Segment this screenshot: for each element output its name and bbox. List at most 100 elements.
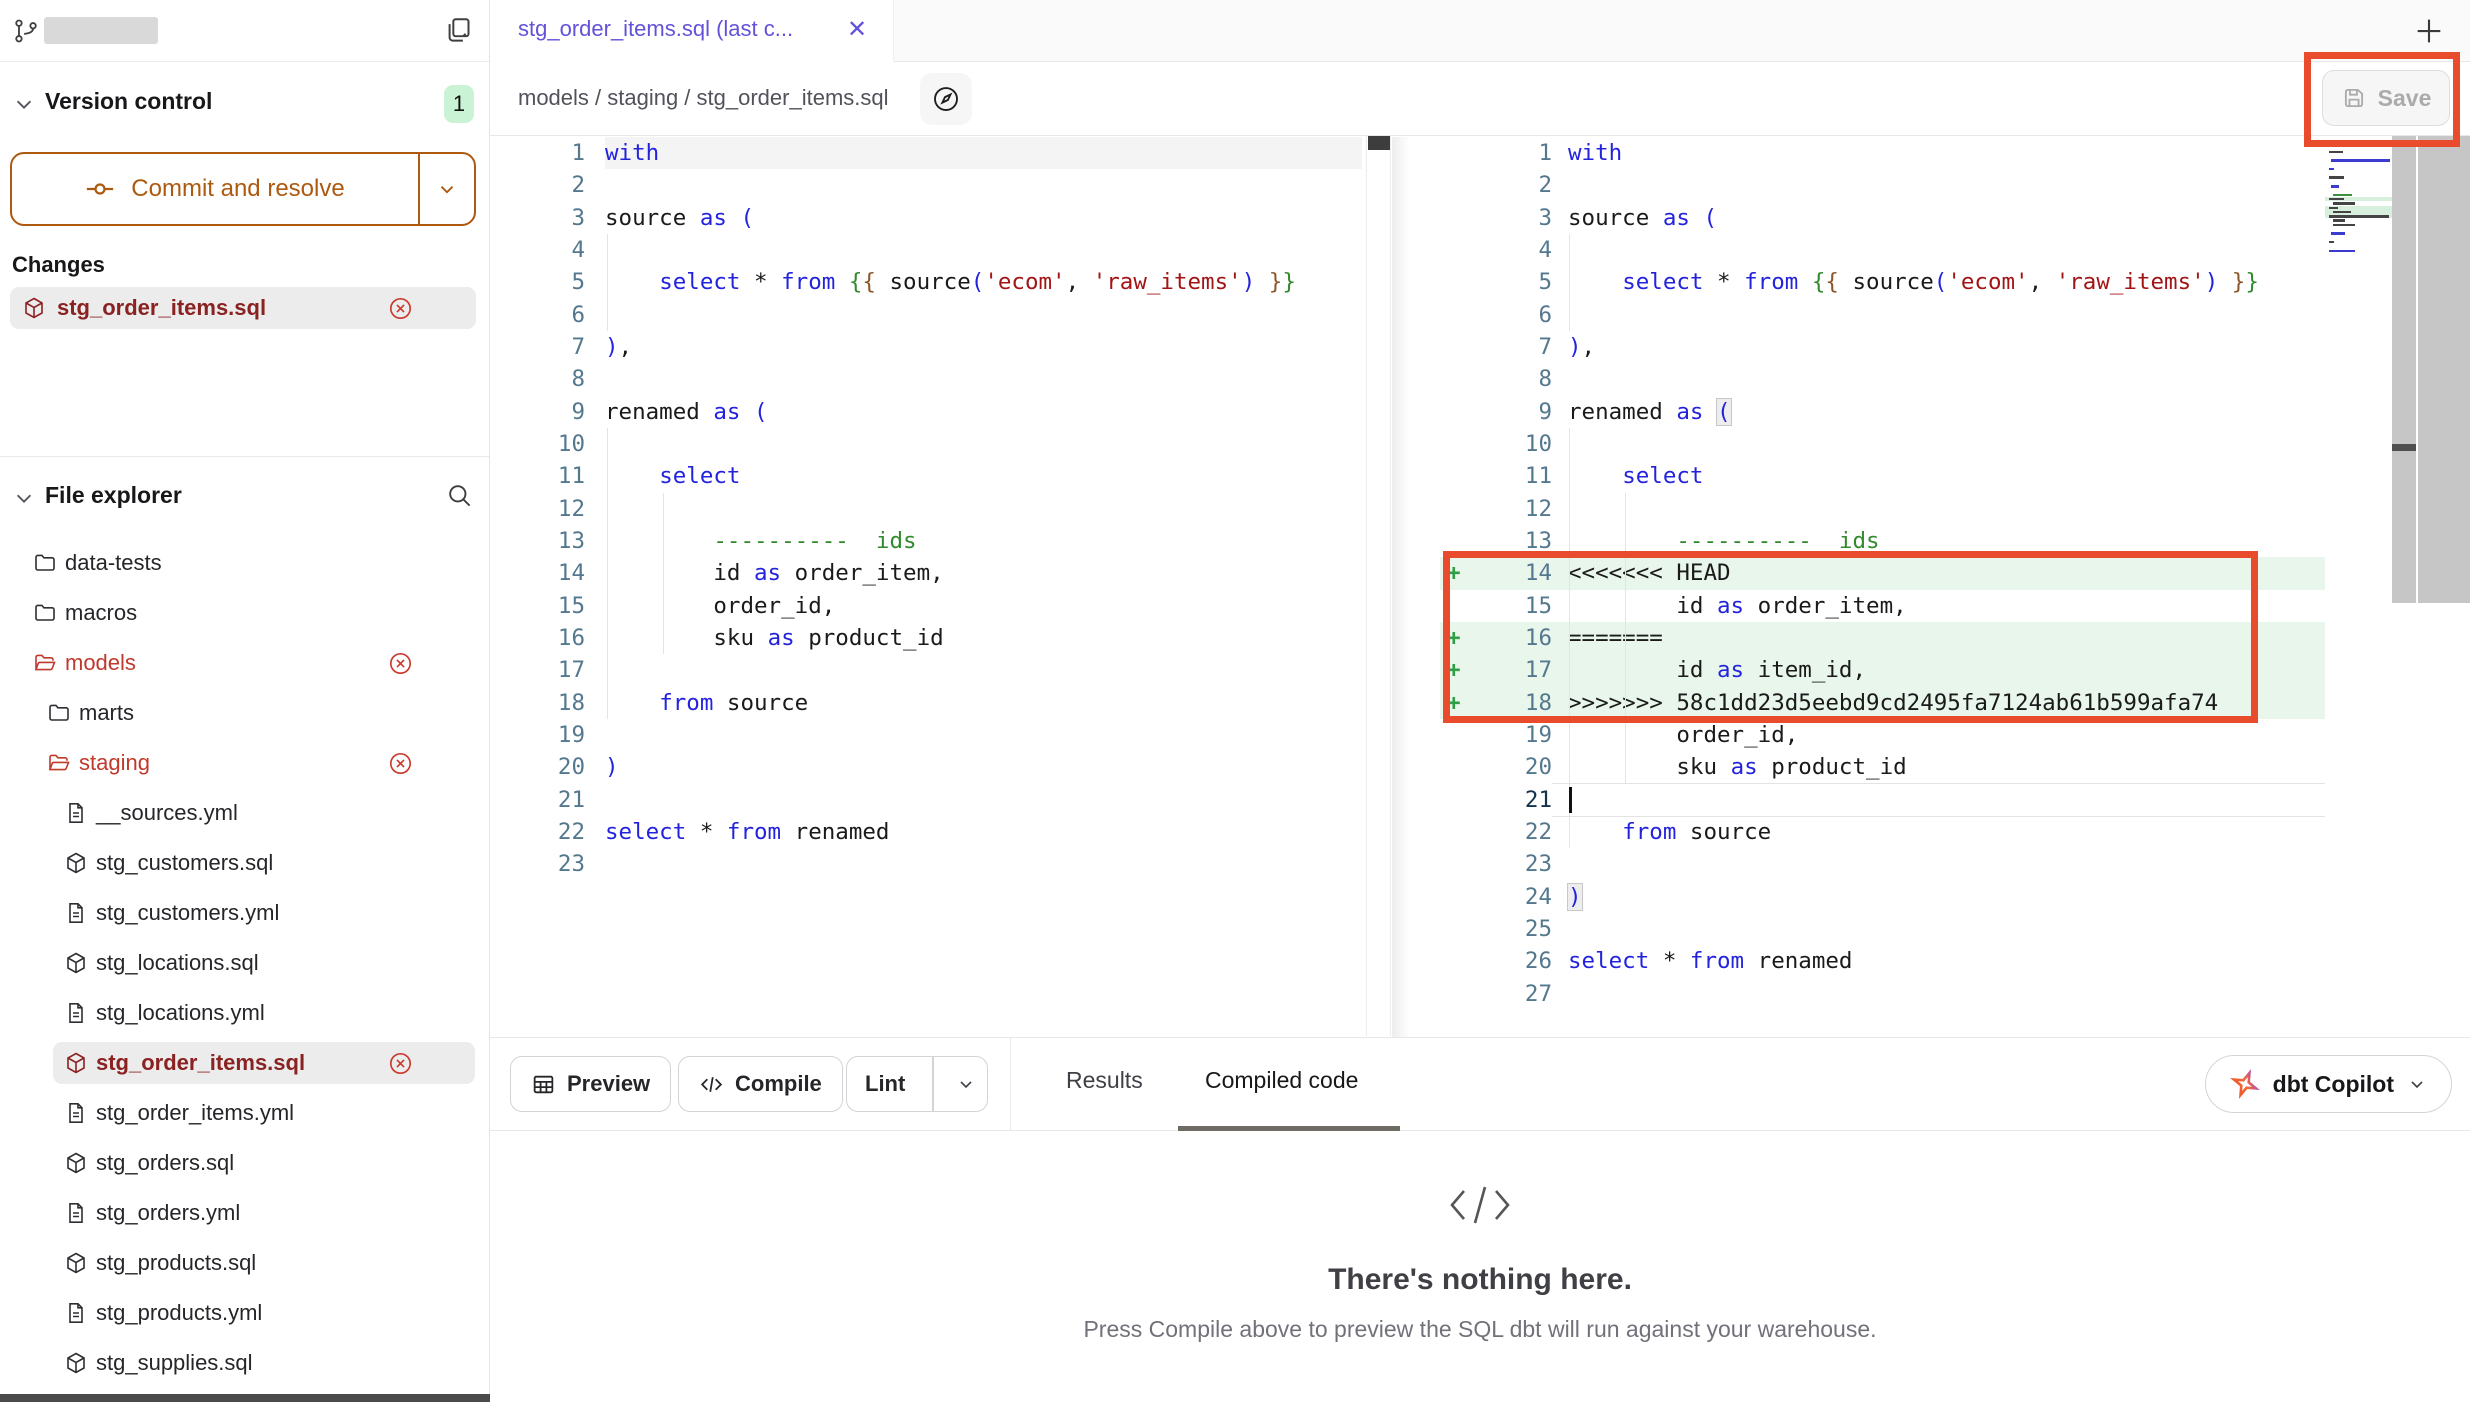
- code-line[interactable]: 19 order_id,: [1392, 719, 2325, 751]
- code-line[interactable]: 8: [490, 363, 1362, 395]
- code-line[interactable]: 23: [1392, 848, 2325, 880]
- discard-change-icon[interactable]: [388, 296, 413, 321]
- tree-item-stg_products.sql[interactable]: stg_products.sql: [0, 1238, 489, 1288]
- change-item[interactable]: stg_order_items.sql: [10, 287, 476, 329]
- code-line[interactable]: 22 from source: [1392, 816, 2325, 848]
- code-line[interactable]: 10: [490, 428, 1362, 460]
- tree-item-stg_order_items.yml[interactable]: stg_order_items.yml: [0, 1088, 489, 1138]
- tree-item-macros[interactable]: macros: [0, 588, 489, 638]
- code-line[interactable]: 19: [490, 719, 1362, 751]
- tree-item-staging[interactable]: staging: [0, 738, 489, 788]
- code-line[interactable]: 23: [490, 848, 1362, 880]
- code-line[interactable]: +16=======: [1392, 622, 2325, 654]
- code-line[interactable]: 9renamed as (: [1392, 396, 2325, 428]
- code-line[interactable]: 12: [490, 493, 1362, 525]
- tree-item-stg_orders.sql[interactable]: stg_orders.sql: [0, 1138, 489, 1188]
- left-editor-scrollbar[interactable]: [1366, 136, 1391, 1036]
- code-line[interactable]: 5 select * from {{ source('ecom', 'raw_i…: [490, 266, 1362, 298]
- lint-label[interactable]: Lint: [847, 1057, 921, 1111]
- tree-item-stg_order_items.sql[interactable]: stg_order_items.sql: [0, 1038, 489, 1088]
- code-line[interactable]: 3source as (: [490, 202, 1362, 234]
- commit-and-resolve-button[interactable]: Commit and resolve: [10, 152, 476, 226]
- right-editor-scrollbar[interactable]: [2392, 136, 2416, 603]
- right-editor-scrollbar-thumb[interactable]: [2392, 444, 2416, 451]
- code-line[interactable]: 14 id as order_item,: [490, 557, 1362, 589]
- tree-item-marts[interactable]: marts: [0, 688, 489, 738]
- code-line[interactable]: 6: [490, 299, 1362, 331]
- version-control-collapse-icon[interactable]: [13, 93, 35, 115]
- discard-change-icon[interactable]: [388, 751, 413, 776]
- tree-item-stg_customers.yml[interactable]: stg_customers.yml: [0, 888, 489, 938]
- minimap[interactable]: [2325, 136, 2392, 1036]
- code-line[interactable]: 12: [1392, 493, 2325, 525]
- code-line[interactable]: 22select * from renamed: [490, 816, 1362, 848]
- tree-item-stg_supplies.sql[interactable]: stg_supplies.sql: [0, 1338, 489, 1388]
- tree-item-models[interactable]: models: [0, 638, 489, 688]
- code-line[interactable]: 27: [1392, 978, 2325, 1010]
- editor-left-pane[interactable]: 1with23source as (45 select * from {{ so…: [490, 137, 1362, 1037]
- preview-button[interactable]: Preview: [510, 1056, 671, 1112]
- tree-item-stg_customers.sql[interactable]: stg_customers.sql: [0, 838, 489, 888]
- code-line[interactable]: 21: [490, 784, 1362, 816]
- code-line[interactable]: 9renamed as (: [490, 396, 1362, 428]
- code-line[interactable]: 6: [1392, 299, 2325, 331]
- code-line[interactable]: +14<<<<<<< HEAD: [1392, 557, 2325, 589]
- code-line[interactable]: 1with: [1392, 137, 2325, 169]
- new-tab-icon[interactable]: [2412, 14, 2446, 48]
- code-line[interactable]: 10: [1392, 428, 2325, 460]
- code-line[interactable]: 11 select: [490, 460, 1362, 492]
- code-line[interactable]: 7),: [490, 331, 1362, 363]
- tree-item-data-tests[interactable]: data-tests: [0, 538, 489, 588]
- code-line[interactable]: 15 order_id,: [490, 590, 1362, 622]
- lineage-compass-button[interactable]: [920, 73, 972, 125]
- tree-item-stg_orders.yml[interactable]: stg_orders.yml: [0, 1188, 489, 1238]
- tree-item-stg_locations.yml[interactable]: stg_locations.yml: [0, 988, 489, 1038]
- save-button[interactable]: Save: [2322, 70, 2450, 126]
- file-explorer-collapse-icon[interactable]: [13, 487, 35, 509]
- code-line[interactable]: 16 sku as product_id: [490, 622, 1362, 654]
- code-line[interactable]: 24): [1392, 881, 2325, 913]
- commit-and-resolve-main[interactable]: Commit and resolve: [12, 154, 418, 224]
- tab-stg-order-items[interactable]: stg_order_items.sql (last c... ✕: [490, 0, 894, 63]
- tree-item-stg_locations.sql[interactable]: stg_locations.sql: [0, 938, 489, 988]
- code-line[interactable]: 8: [1392, 363, 2325, 395]
- commit-options-dropdown[interactable]: [418, 154, 474, 224]
- compile-button[interactable]: Compile: [678, 1056, 843, 1112]
- code-line[interactable]: 4: [490, 234, 1362, 266]
- left-editor-scrollbar-thumb[interactable]: [1368, 136, 1390, 150]
- dbt-copilot-button[interactable]: dbt Copilot: [2205, 1055, 2452, 1113]
- tree-item-stg_products.yml[interactable]: stg_products.yml: [0, 1288, 489, 1338]
- lint-dropdown-icon[interactable]: [945, 1074, 987, 1094]
- code-line[interactable]: 26select * from renamed: [1392, 945, 2325, 977]
- discard-change-icon[interactable]: [388, 651, 413, 676]
- discard-change-icon[interactable]: [388, 1051, 413, 1076]
- code-line[interactable]: 13 ---------- ids: [490, 525, 1362, 557]
- code-line[interactable]: 4: [1392, 234, 2325, 266]
- editor-right-pane[interactable]: 1with23source as (45 select * from {{ so…: [1392, 137, 2325, 1037]
- code-line[interactable]: 25: [1392, 913, 2325, 945]
- code-line[interactable]: 15 id as order_item,: [1392, 590, 2325, 622]
- tab-compiled-code[interactable]: Compiled code: [1205, 1067, 1358, 1094]
- tree-item-__sources.yml[interactable]: __sources.yml: [0, 788, 489, 838]
- code-line[interactable]: 11 select: [1392, 460, 2325, 492]
- code-line[interactable]: 20): [490, 751, 1362, 783]
- code-line[interactable]: 20 sku as product_id: [1392, 751, 2325, 783]
- code-line[interactable]: 21: [1392, 784, 2325, 816]
- code-line[interactable]: 18 from source: [490, 687, 1362, 719]
- code-line[interactable]: +17 id as item_id,: [1392, 654, 2325, 686]
- lint-split-button[interactable]: Lint: [846, 1056, 988, 1112]
- search-icon[interactable]: [446, 482, 473, 509]
- code-line[interactable]: 13 ---------- ids: [1392, 525, 2325, 557]
- code-line[interactable]: 5 select * from {{ source('ecom', 'raw_i…: [1392, 266, 2325, 298]
- tab-results[interactable]: Results: [1066, 1067, 1143, 1094]
- copy-icon[interactable]: [444, 16, 472, 44]
- code-line[interactable]: 17: [490, 654, 1362, 686]
- code-line[interactable]: 2: [1392, 169, 2325, 201]
- code-line[interactable]: 3source as (: [1392, 202, 2325, 234]
- tab-close-icon[interactable]: ✕: [847, 15, 867, 44]
- overview-ruler[interactable]: [2418, 136, 2470, 603]
- code-line[interactable]: +18>>>>>>> 58c1dd23d5eebd9cd2495fa7124ab…: [1392, 687, 2325, 719]
- code-line[interactable]: 1with: [490, 137, 1362, 169]
- code-line[interactable]: 2: [490, 169, 1362, 201]
- sidebar-bottom-scrollbar[interactable]: [0, 1394, 490, 1402]
